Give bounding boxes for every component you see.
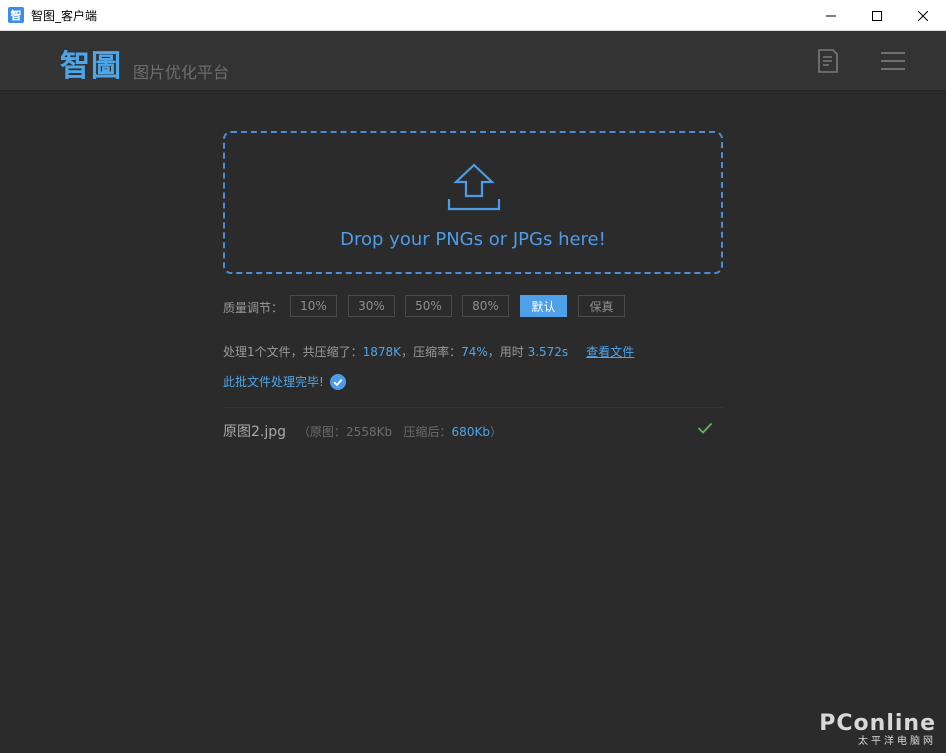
file-orig-label: （原图： bbox=[298, 425, 347, 439]
checkmark-icon bbox=[697, 422, 713, 434]
divider bbox=[223, 407, 723, 408]
maximize-icon bbox=[872, 10, 882, 21]
watermark: PConline 太平洋电脑网 bbox=[819, 711, 936, 747]
file-row: 原图2.jpg （原图：2558Kb 压缩后：680Kb） bbox=[223, 421, 723, 441]
app-header: 智圖 图片优化平台 bbox=[0, 31, 946, 91]
document-button[interactable] bbox=[817, 48, 839, 78]
file-comp-size: 680Kb bbox=[451, 425, 490, 439]
app-subtitle: 图片优化平台 bbox=[133, 63, 230, 82]
stats-ratio: 74% bbox=[461, 345, 488, 359]
app-icon: 智 bbox=[8, 7, 24, 23]
file-dropzone[interactable]: Drop your PNGs or JPGs here! bbox=[223, 131, 723, 274]
file-comp-label: 压缩后： bbox=[403, 425, 452, 439]
minimize-icon bbox=[826, 15, 836, 16]
stats-time: 3.572s bbox=[527, 345, 569, 359]
batch-status: 此批文件处理完毕! bbox=[223, 373, 346, 390]
quality-option-10[interactable]: 10% bbox=[290, 295, 337, 317]
close-icon bbox=[918, 10, 928, 21]
quality-option-50[interactable]: 50% bbox=[405, 295, 452, 317]
maximize-button[interactable] bbox=[854, 0, 900, 31]
menu-icon bbox=[881, 52, 905, 70]
quality-option-30[interactable]: 30% bbox=[348, 295, 395, 317]
minimize-button[interactable] bbox=[808, 0, 854, 31]
stats-ratio-label: ，压缩率： bbox=[401, 345, 462, 359]
quality-option-default[interactable]: 默认 bbox=[520, 295, 567, 317]
batch-status-text: 此批文件处理完毕! bbox=[223, 375, 324, 389]
view-files-link[interactable]: 查看文件 bbox=[586, 345, 634, 359]
file-orig-size: 2558Kb bbox=[346, 425, 393, 439]
window-title: 智图_客户端 bbox=[31, 8, 98, 23]
stats-saved: 1878K bbox=[362, 345, 402, 359]
menu-button[interactable] bbox=[881, 51, 905, 75]
quality-label: 质量调节： bbox=[223, 301, 284, 315]
upload-icon bbox=[447, 163, 501, 211]
close-button[interactable] bbox=[900, 0, 946, 31]
file-close-paren: ） bbox=[489, 425, 502, 439]
stats-time-label: ，用时 bbox=[487, 345, 528, 359]
document-icon bbox=[818, 49, 838, 73]
quality-option-lossless[interactable]: 保真 bbox=[578, 295, 625, 317]
file-name: 原图2.jpg bbox=[223, 424, 287, 440]
check-circle-icon bbox=[329, 373, 346, 390]
app-logo: 智圖 bbox=[60, 49, 122, 84]
quality-option-80[interactable]: 80% bbox=[462, 295, 509, 317]
file-meta: （原图：2558Kb 压缩后：680Kb） bbox=[298, 425, 502, 439]
compression-stats: 处理1个文件，共压缩了：1878K，压缩率：74%，用时 3.572s 查看文件 bbox=[223, 343, 634, 360]
stats-prefix: 处理1个文件，共压缩了： bbox=[223, 345, 363, 359]
dropzone-text: Drop your PNGs or JPGs here! bbox=[340, 229, 606, 250]
window-titlebar: 智 智图_客户端 bbox=[0, 0, 946, 31]
window-controls bbox=[808, 0, 946, 31]
